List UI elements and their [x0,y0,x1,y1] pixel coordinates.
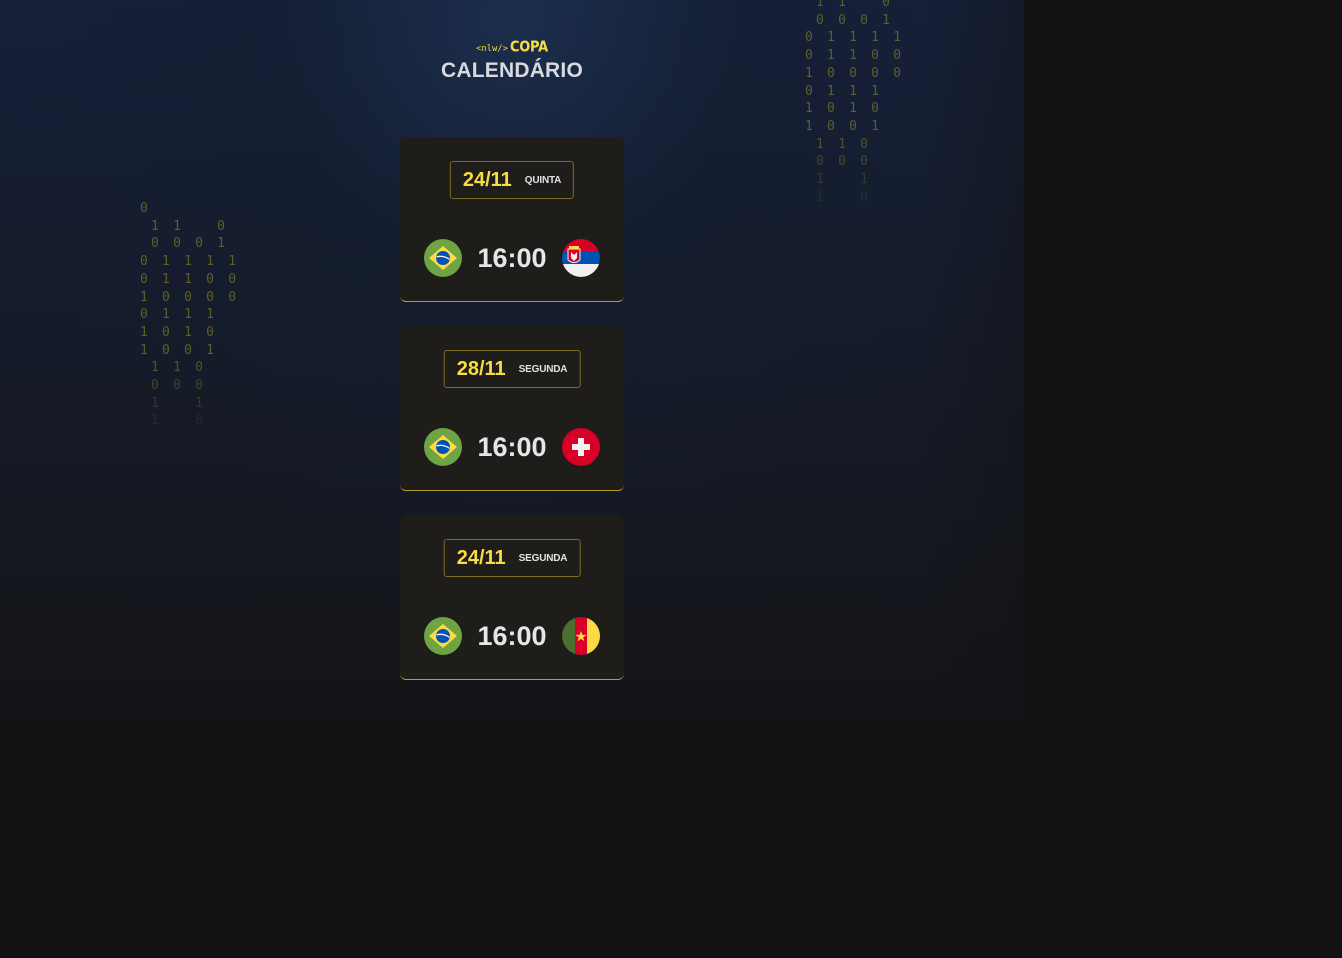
binary-line: 1 0 0 0 0 [140,289,240,305]
match-date-day: 24/11 [462,168,512,191]
binary-line: 1 0 0 1 [140,342,218,358]
serbia-flag-icon [562,239,600,277]
binary-line: 1 0 [805,189,872,205]
cameroon-flag-icon [562,617,600,655]
match-card: 24/11 QUINTA 16:00 [400,137,624,302]
binary-line: 0 0 0 [805,154,872,170]
logo-name: COPA [510,38,548,57]
binary-line: 1 1 0 [805,0,894,10]
binary-line: 0 0 0 [140,378,207,394]
binary-line: 0 [140,201,152,216]
match-time: 16:00 [477,242,547,273]
match-time: 16:00 [477,620,547,651]
match-row: 16:00 [424,428,600,466]
nlw-copa-logo: <nlw/> COPA [476,38,548,57]
match-weekday: SEGUNDA [518,363,568,375]
binary-decoration-right: 1 1 0 0 0 0 10 1 1 1 10 1 1 0 01 0 0 0 0… [805,0,904,206]
binary-line: 1 1 0 [805,136,872,152]
match-time: 16:00 [477,431,547,462]
binary-line: 1 1 0 [140,360,207,376]
binary-line: 0 1 1 1 [140,307,218,323]
match-list: 24/11 QUINTA 16:00 28/11 SEGUNDA 16:00 2… [400,137,624,704]
binary-line: 0 1 1 1 1 [140,254,240,270]
binary-line: 0 1 1 0 0 [140,271,240,287]
binary-line: 1 0 1 0 [805,101,883,117]
binary-decoration-left: 0 1 1 0 0 0 0 1 0 1 1 1 10 1 1 0 0 1 0 0 0… [140,200,239,430]
binary-line: 1 0 [140,413,207,429]
brazil-flag-icon [424,617,462,655]
match-date-day: 28/11 [456,357,506,380]
binary-line: 1 0 1 0 [140,324,218,340]
binary-line: 0 0 0 1 [805,12,894,28]
match-weekday: QUINTA [524,174,562,186]
logo-tag: <nlw/> [476,44,509,54]
match-weekday: SEGUNDA [518,552,568,564]
binary-line: 1 1 [140,395,207,411]
binary-line: 1 0 0 1 [805,118,883,134]
brazil-flag-icon [424,239,462,277]
binary-line: 1 1 [805,172,872,188]
page-header: <nlw/> COPA CALENDÁRIO [0,36,1024,83]
binary-line: 1 1 0 [140,218,229,234]
match-date-day: 24/11 [456,546,506,569]
switzerland-flag-icon [562,428,600,466]
brazil-flag-icon [424,428,462,466]
match-card: 24/11 SEGUNDA 16:00 [400,515,624,680]
match-row: 16:00 [424,617,600,655]
match-date: 24/11 SEGUNDA [443,539,581,577]
match-card: 28/11 SEGUNDA 16:00 [400,326,624,491]
match-date: 24/11 QUINTA [449,161,575,199]
binary-line: 0 1 1 1 [805,83,883,99]
match-row: 16:00 [424,239,600,277]
binary-line: 0 0 0 1 [140,236,229,252]
match-date: 28/11 SEGUNDA [443,350,581,388]
page-title: CALENDÁRIO [441,59,583,82]
